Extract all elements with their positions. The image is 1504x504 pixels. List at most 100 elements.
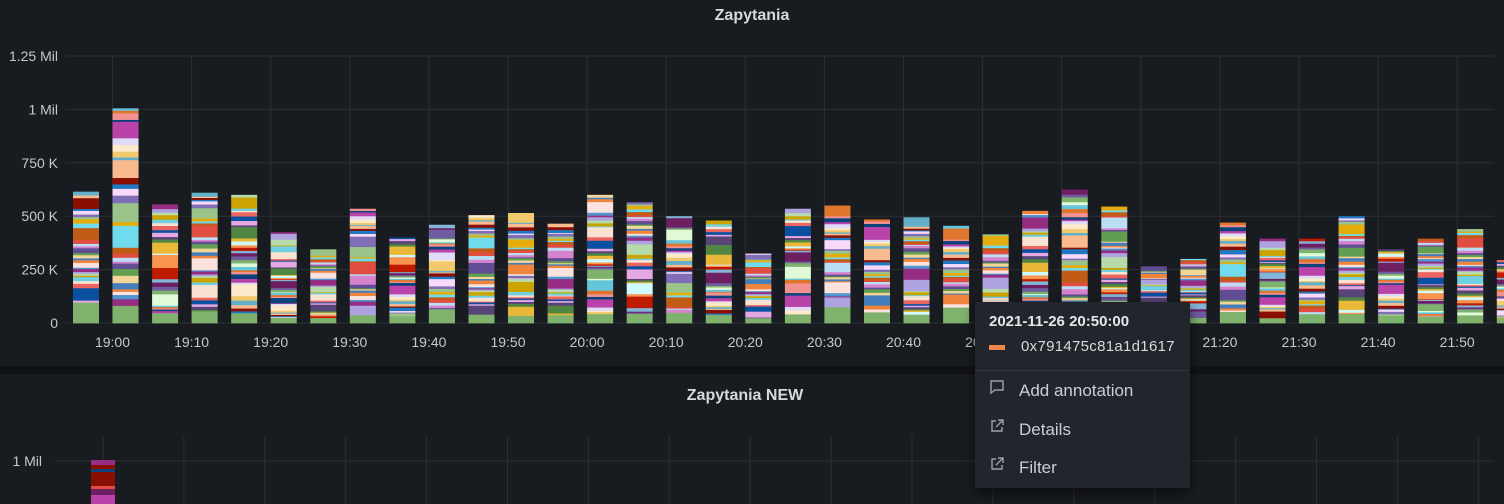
bar-segment[interactable]: [73, 287, 99, 301]
bar-segment[interactable]: [1417, 303, 1444, 312]
bar-segment[interactable]: [112, 112, 139, 120]
bar-segment[interactable]: [864, 292, 890, 296]
bar-segment[interactable]: [784, 314, 811, 324]
bar-segment[interactable]: [1101, 211, 1128, 217]
bar-segment[interactable]: [903, 258, 930, 262]
bar-segment[interactable]: [191, 207, 218, 219]
bar-segment[interactable]: [1259, 268, 1286, 272]
bar-segment[interactable]: [982, 288, 1009, 293]
bar-segment[interactable]: [349, 230, 376, 234]
bar-segment[interactable]: [666, 239, 693, 244]
bar-segment[interactable]: [1101, 217, 1128, 229]
bar-segment[interactable]: [824, 205, 851, 217]
bar-segment[interactable]: [547, 236, 574, 239]
bar-segment[interactable]: [587, 290, 614, 295]
bar-segment[interactable]: [191, 282, 218, 285]
bar-segment[interactable]: [191, 236, 218, 240]
bar-segment[interactable]: [1299, 252, 1326, 257]
bar-segment[interactable]: [191, 243, 218, 249]
bar-segment[interactable]: [864, 264, 890, 270]
bar-segment[interactable]: [903, 240, 930, 244]
bar-segment[interactable]: [943, 228, 970, 240]
bar-segment[interactable]: [903, 231, 930, 234]
bar-segment[interactable]: [1299, 305, 1326, 309]
bar-segment[interactable]: [231, 208, 258, 211]
bar-segment[interactable]: [587, 258, 614, 263]
bar-segment[interactable]: [73, 302, 99, 324]
bar-segment[interactable]: [587, 216, 614, 221]
bar-segment[interactable]: [824, 271, 851, 275]
queries-chart[interactable]: 1.25 Mil 1 Mil 750 K 500 K 250 K 0 19:00 19:10 1…: [0, 0, 1504, 366]
bar-segment[interactable]: [1378, 311, 1405, 315]
bar-segment[interactable]: [1061, 208, 1088, 214]
bar-segment[interactable]: [1140, 273, 1167, 279]
bar-segment[interactable]: [547, 233, 574, 237]
bar-segment[interactable]: [270, 268, 297, 275]
bar-segment[interactable]: [745, 278, 772, 285]
bar-segment[interactable]: [112, 305, 139, 324]
bar-segment[interactable]: [666, 296, 693, 308]
bar-segment[interactable]: [1219, 226, 1246, 232]
bar-segment[interactable]: [1101, 297, 1128, 301]
bar-segment[interactable]: [1180, 258, 1207, 261]
bar-segment[interactable]: [270, 289, 297, 293]
bar-segment[interactable]: [1259, 263, 1286, 267]
bar-segment[interactable]: [666, 217, 693, 228]
bar-segment[interactable]: [508, 278, 535, 282]
bar-segment[interactable]: [1022, 258, 1049, 263]
bar-segment[interactable]: [705, 254, 732, 265]
bar-segment[interactable]: [231, 226, 258, 239]
bar-segment[interactable]: [824, 234, 851, 238]
bar-segment[interactable]: [1022, 210, 1049, 215]
bar-segment[interactable]: [547, 257, 574, 262]
bar-segment[interactable]: [191, 271, 218, 275]
bar-segment[interactable]: [349, 233, 376, 237]
bar-segment[interactable]: [1259, 249, 1286, 256]
bar-segment[interactable]: [91, 460, 115, 465]
bar-segment[interactable]: [428, 288, 455, 293]
bar-segment[interactable]: [468, 297, 495, 302]
bar-segment[interactable]: [1378, 305, 1405, 309]
bar-segment[interactable]: [389, 307, 416, 312]
bar-segment[interactable]: [943, 240, 970, 245]
bar-segment[interactable]: [1299, 258, 1326, 263]
bar-segment[interactable]: [468, 314, 495, 324]
bar-segment[interactable]: [1061, 212, 1088, 218]
bar-segment[interactable]: [547, 223, 574, 228]
bar-segment[interactable]: [1299, 277, 1326, 282]
bar-segment[interactable]: [310, 286, 337, 293]
bar-segment[interactable]: [1417, 269, 1444, 273]
bar-segment[interactable]: [705, 292, 732, 296]
bar-segment[interactable]: [1219, 276, 1246, 281]
bar-segment[interactable]: [1259, 311, 1286, 319]
bar-segment[interactable]: [112, 268, 139, 276]
bar-segment[interactable]: [428, 239, 455, 243]
bar-segment[interactable]: [389, 240, 416, 245]
bar-segment[interactable]: [587, 220, 614, 224]
bar-segment[interactable]: [1299, 281, 1326, 286]
bar-segment[interactable]: [864, 283, 890, 288]
bar-segment[interactable]: [784, 242, 811, 247]
bar-segment[interactable]: [191, 255, 218, 259]
bar-segment[interactable]: [587, 240, 614, 249]
stacked-bar[interactable]: [784, 208, 811, 324]
bar-segment[interactable]: [943, 248, 970, 253]
bar-segment[interactable]: [982, 270, 1009, 274]
bar-segment[interactable]: [1496, 310, 1504, 316]
bar-segment[interactable]: [1061, 228, 1088, 234]
stacked-bar[interactable]: [231, 194, 258, 324]
bar-segment[interactable]: [943, 269, 970, 274]
bar-segment[interactable]: [231, 197, 258, 209]
bar-segment[interactable]: [1496, 279, 1504, 285]
bar-segment[interactable]: [191, 300, 218, 305]
bar-segment[interactable]: [1299, 266, 1326, 276]
bar-segment[interactable]: [73, 191, 99, 196]
bar-segment[interactable]: [508, 212, 535, 223]
bar-segment[interactable]: [191, 284, 218, 298]
bar-segment[interactable]: [943, 285, 970, 290]
bar-segment[interactable]: [1378, 262, 1405, 272]
bar-segment[interactable]: [112, 257, 139, 262]
bar-segment[interactable]: [864, 271, 890, 275]
bar-segment[interactable]: [1299, 313, 1326, 324]
bar-segment[interactable]: [903, 261, 930, 266]
